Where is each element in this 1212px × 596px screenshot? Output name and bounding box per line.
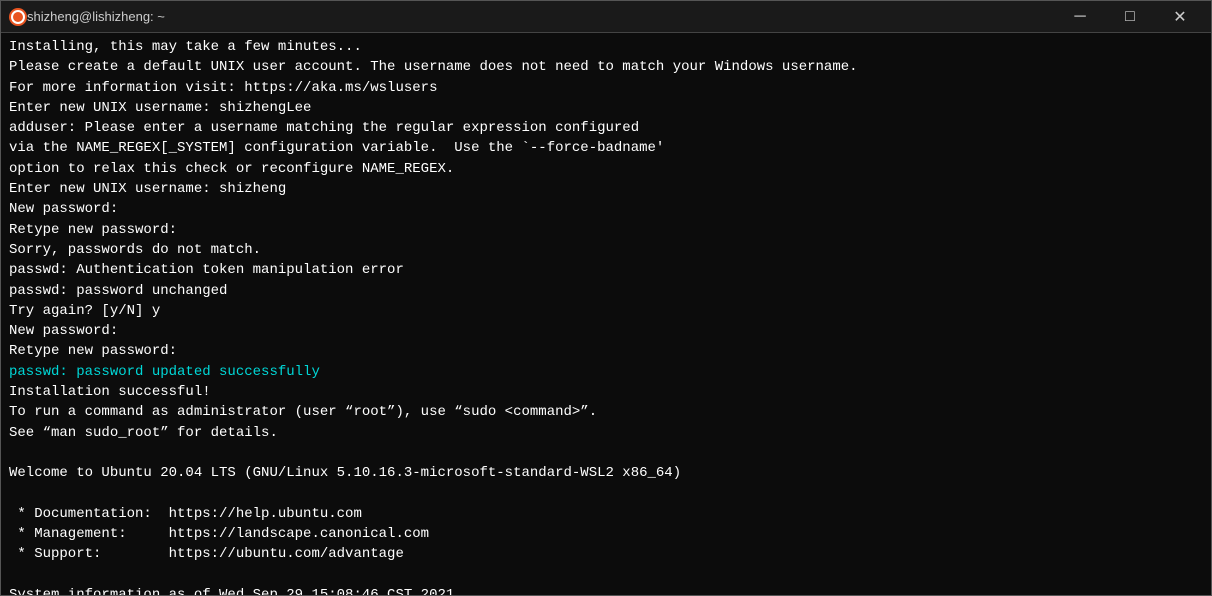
window-controls: ─ □ ✕ [1057, 1, 1203, 33]
ubuntu-icon [9, 8, 27, 26]
terminal-line [9, 565, 1203, 585]
terminal-line: Sorry, passwords do not match. [9, 240, 1203, 260]
terminal-line: passwd: password updated successfully [9, 362, 1203, 382]
terminal-line: New password: [9, 199, 1203, 219]
terminal-line: passwd: password unchanged [9, 281, 1203, 301]
terminal-line [9, 484, 1203, 504]
terminal-line: Installation successful! [9, 382, 1203, 402]
window-title: shizheng@lishizheng: ~ [27, 9, 1057, 24]
terminal-line: Try again? [y/N] y [9, 301, 1203, 321]
terminal-line: * Management: https://landscape.canonica… [9, 524, 1203, 544]
terminal-line: Please create a default UNIX user accoun… [9, 57, 1203, 77]
terminal-line: adduser: Please enter a username matchin… [9, 118, 1203, 138]
terminal-line: Retype new password: [9, 341, 1203, 361]
terminal-line: To run a command as administrator (user … [9, 402, 1203, 422]
maximize-button[interactable]: □ [1107, 1, 1153, 33]
terminal-body[interactable]: Installing, this may take a few minutes.… [1, 33, 1211, 595]
minimize-button[interactable]: ─ [1057, 1, 1103, 33]
terminal-line [9, 443, 1203, 463]
terminal-line: Enter new UNIX username: shizhengLee [9, 98, 1203, 118]
terminal-line: Welcome to Ubuntu 20.04 LTS (GNU/Linux 5… [9, 463, 1203, 483]
terminal-line: New password: [9, 321, 1203, 341]
terminal-line: via the NAME_REGEX[_SYSTEM] configuratio… [9, 138, 1203, 158]
terminal-line: Retype new password: [9, 220, 1203, 240]
terminal-line: Installing, this may take a few minutes.… [9, 37, 1203, 57]
terminal-line: option to relax this check or reconfigur… [9, 159, 1203, 179]
terminal-line: passwd: Authentication token manipulatio… [9, 260, 1203, 280]
terminal-line: For more information visit: https://aka.… [9, 78, 1203, 98]
title-bar: shizheng@lishizheng: ~ ─ □ ✕ [1, 1, 1211, 33]
terminal-line: * Support: https://ubuntu.com/advantage [9, 544, 1203, 564]
terminal-line: System information as of Wed Sep 29 15:0… [9, 585, 1203, 595]
close-button[interactable]: ✕ [1157, 1, 1203, 33]
terminal-line: * Documentation: https://help.ubuntu.com [9, 504, 1203, 524]
terminal-line: See “man sudo_root” for details. [9, 423, 1203, 443]
terminal-line: Enter new UNIX username: shizheng [9, 179, 1203, 199]
terminal-window: shizheng@lishizheng: ~ ─ □ ✕ Installing,… [0, 0, 1212, 596]
